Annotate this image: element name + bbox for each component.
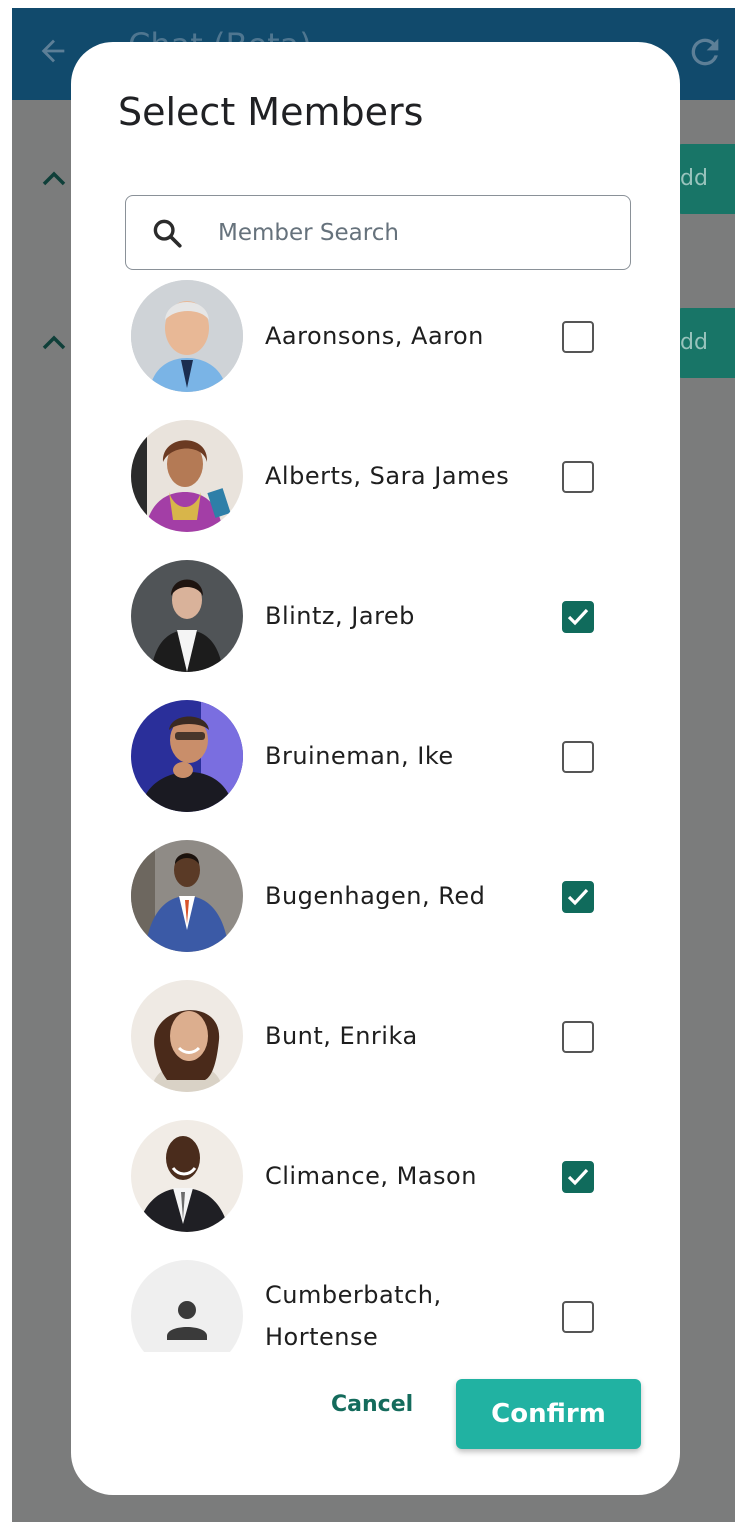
member-checkbox[interactable] [562,1301,594,1333]
member-row[interactable]: Blintz, Jareb [71,548,680,688]
member-photo [131,560,243,672]
member-checkbox[interactable] [562,461,594,493]
member-photo [131,280,243,392]
member-search-field[interactable] [125,195,631,270]
member-checkbox[interactable] [562,881,594,913]
member-row[interactable]: Aaronsons, Aaron [71,268,680,408]
chevron-up-icon[interactable] [40,168,68,188]
refresh-icon[interactable] [685,32,725,72]
member-row[interactable]: Bruineman, Ike [71,688,680,828]
avatar [131,700,243,812]
arrow-left-icon[interactable] [36,34,70,68]
member-name: Bruineman, Ike [265,742,454,770]
avatar [131,1260,243,1352]
add-button[interactable]: dd [676,144,735,214]
member-row[interactable]: Cumberbatch, Hortense [71,1248,680,1352]
checkmark-icon [567,608,589,626]
member-checkbox[interactable] [562,601,594,633]
member-photo [131,1120,243,1232]
member-row[interactable]: Bugenhagen, Red [71,828,680,968]
member-photo [131,700,243,812]
member-search-input[interactable] [216,196,610,270]
avatar [131,420,243,532]
member-name: Aaronsons, Aaron [265,322,484,350]
member-photo [131,420,243,532]
member-name: Alberts, Sara James [265,462,510,490]
avatar [131,840,243,952]
avatar [131,560,243,672]
avatar [131,980,243,1092]
confirm-button[interactable]: Confirm [456,1379,641,1449]
app-screen: Chat (Beta) dd dd Select Members [12,8,735,1522]
member-list: Aaronsons, Aaron Alberts, Sara James Bli… [71,268,680,1352]
member-row[interactable]: Alberts, Sara James [71,408,680,548]
avatar [131,1120,243,1232]
member-name: Bugenhagen, Red [265,882,486,910]
member-checkbox[interactable] [562,1021,594,1053]
member-row[interactable]: Climance, Mason [71,1108,680,1248]
member-checkbox[interactable] [562,741,594,773]
add-button[interactable]: dd [676,308,735,378]
cancel-button[interactable]: Cancel [331,1392,413,1417]
checkmark-icon [567,1168,589,1186]
member-photo [131,980,243,1092]
select-members-dialog: Select Members Aaronson [71,42,680,1495]
member-name: Cumberbatch, Hortense [265,1281,442,1351]
search-icon [153,219,182,248]
checkmark-icon [567,888,589,906]
chevron-up-icon[interactable] [40,332,68,352]
member-row[interactable]: Bunt, Enrika [71,968,680,1108]
member-checkbox[interactable] [562,321,594,353]
person-placeholder-icon [167,1301,207,1340]
member-name: Bunt, Enrika [265,1022,418,1050]
dialog-title: Select Members [118,90,424,134]
member-photo [131,840,243,952]
avatar [131,280,243,392]
member-name: Climance, Mason [265,1162,477,1190]
member-checkbox[interactable] [562,1161,594,1193]
member-name: Blintz, Jareb [265,602,415,630]
